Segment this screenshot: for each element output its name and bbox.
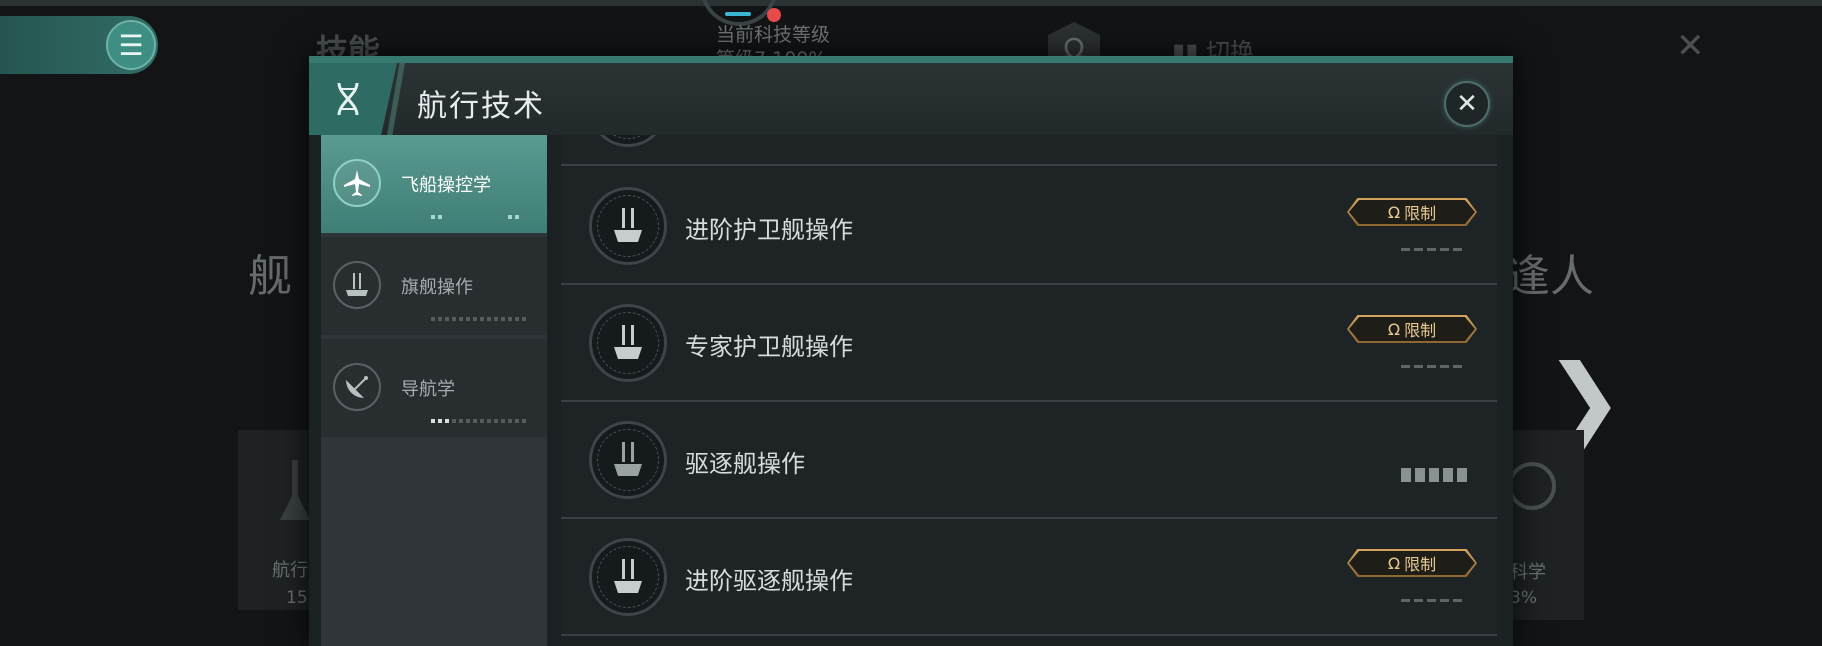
frigate-icon	[589, 135, 667, 147]
destroyer-icon	[589, 538, 667, 616]
skill-name: 驱逐舰操作	[685, 450, 805, 478]
category-sidebar: 飞船操控学 旗舰操作 导航学	[321, 135, 547, 646]
sidebar-item-label: 导航学	[401, 379, 455, 400]
destroyer-icon	[589, 421, 667, 499]
background-card-right-label: 科学	[1510, 562, 1546, 583]
sidebar-item-label: 飞船操控学	[401, 175, 491, 196]
restriction-badge[interactable]: Ω 限制	[1347, 549, 1477, 577]
background-card-left-value: 15	[286, 588, 308, 608]
restriction-badge[interactable]: Ω 限制	[1347, 315, 1477, 343]
background-card-left-label: 航行	[272, 560, 308, 581]
omega-icon: Ω	[1387, 319, 1401, 339]
header-icon-box	[309, 63, 397, 135]
skill-level-bar	[1401, 365, 1462, 368]
modal-header: 航行技术 ✕	[309, 63, 1513, 135]
warship-icon	[333, 261, 381, 309]
skill-level-bar	[1401, 468, 1467, 482]
progress-dots	[431, 317, 526, 323]
frigate-icon	[589, 187, 667, 265]
badge-label: 限制	[1404, 555, 1437, 574]
badge-label: 限制	[1404, 321, 1437, 340]
omega-icon: Ω	[1387, 202, 1401, 222]
background-card-right-value: 3%	[1510, 588, 1537, 608]
background-close-icon[interactable]: ✕	[1676, 26, 1705, 66]
background-gauge-accent	[725, 12, 751, 16]
skill-level-bar	[1401, 599, 1462, 602]
skill-row[interactable]: 进阶驱逐舰操作 Ω 限制	[561, 519, 1497, 636]
menu-button[interactable]: ☰	[106, 20, 156, 70]
sidebar-item-ship-control[interactable]: 飞船操控学	[321, 135, 547, 233]
planet-icon	[1508, 462, 1556, 510]
menu-icon: ☰	[118, 28, 144, 62]
skill-name: 进阶护卫舰操作	[685, 216, 853, 244]
sidebar-item-flagship[interactable]: 旗舰操作	[321, 237, 547, 335]
omega-icon: Ω	[1387, 553, 1401, 573]
skill-list[interactable]: 进阶护卫舰操作 Ω 限制 专家护卫舰操作 Ω 限制 驱逐舰操作 进阶驱逐舰操作 …	[561, 135, 1501, 646]
progress-dots	[431, 419, 526, 425]
modal-title: 航行技术	[417, 89, 545, 124]
tech-level-label: 当前科技等级	[716, 24, 831, 46]
background-top-bar	[0, 0, 1822, 6]
background-left-heading: 舰	[248, 251, 292, 302]
sidebar-item-label: 旗舰操作	[401, 277, 473, 298]
skill-level-bar	[1401, 248, 1462, 251]
close-button[interactable]: ✕	[1444, 81, 1490, 127]
sidebar-item-navigation[interactable]: 导航学	[321, 339, 547, 437]
skill-name: 进阶驱逐舰操作	[685, 567, 853, 595]
restriction-badge[interactable]: Ω 限制	[1347, 198, 1477, 226]
dna-icon	[337, 82, 359, 116]
skill-modal: 航行技术 ✕ 飞船操控学 旗舰操作 导航学 进阶护卫舰操作 Ω 限制 专家护卫舰…	[309, 56, 1513, 646]
background-card-left[interactable]	[238, 430, 318, 610]
jet-icon	[333, 159, 381, 207]
skill-name: 专家护卫舰操作	[685, 333, 853, 361]
background-right-heading: 逢人	[1506, 251, 1594, 302]
list-item[interactable]	[561, 135, 1497, 166]
badge-label: 限制	[1404, 204, 1437, 223]
skill-row[interactable]: 进阶护卫舰操作 Ω 限制	[561, 168, 1497, 285]
close-icon: ✕	[1456, 89, 1478, 119]
progress-dots	[431, 215, 519, 221]
skill-row[interactable]: 专家护卫舰操作 Ω 限制	[561, 285, 1497, 402]
modal-accent-line	[309, 56, 1513, 63]
skill-row[interactable]: 驱逐舰操作	[561, 402, 1497, 519]
satellite-dish-icon	[333, 363, 381, 411]
frigate-icon	[589, 304, 667, 382]
